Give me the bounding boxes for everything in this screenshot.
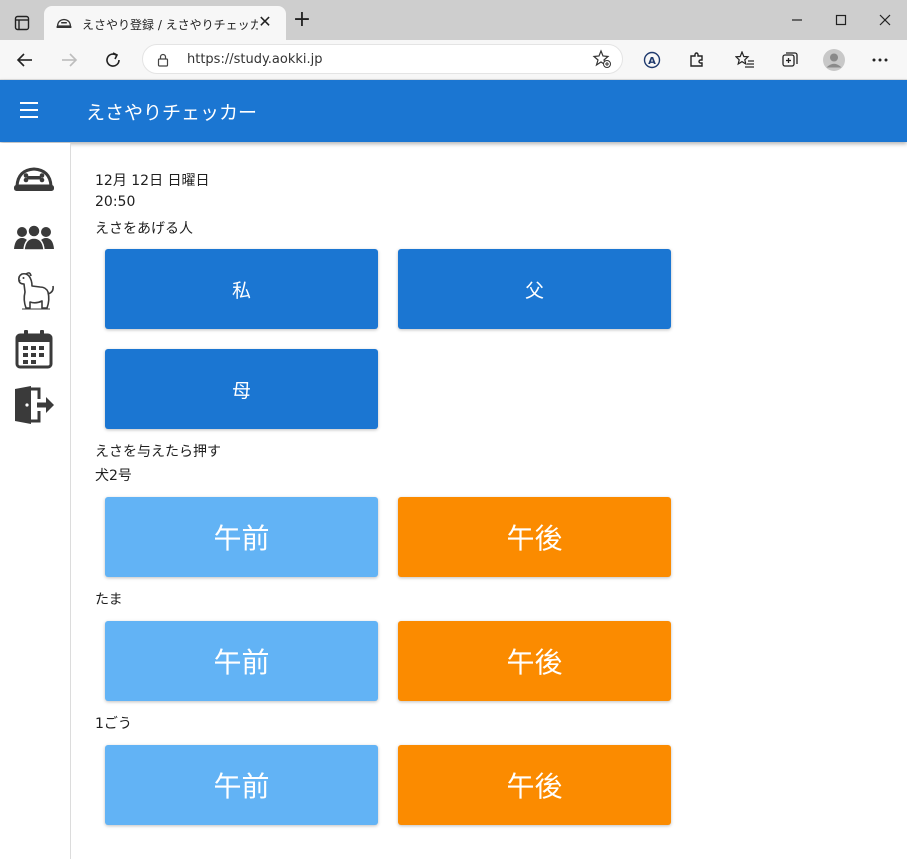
feeder-button-father[interactable]: 父: [398, 249, 671, 329]
close-window-button[interactable]: [870, 8, 900, 32]
collections-icon: [782, 52, 798, 67]
url-text[interactable]: https://study.aokki.jp: [187, 52, 323, 67]
browser-toolbar: https://study.aokki.jp A: [0, 40, 907, 80]
svg-text:A: A: [648, 56, 656, 67]
nav-calendar[interactable]: [12, 327, 56, 371]
am-feed-button[interactable]: 午前: [105, 621, 378, 701]
close-icon: [879, 14, 891, 26]
am-feed-button[interactable]: 午前: [105, 497, 378, 577]
back-button[interactable]: [12, 47, 38, 73]
dog-name: 1ごう: [95, 716, 132, 732]
collections-button[interactable]: [777, 47, 803, 73]
side-navigation: [0, 143, 71, 859]
hamburger-menu-icon[interactable]: [20, 102, 40, 120]
current-time: 20:50: [95, 194, 136, 210]
current-date: 12月 12日 日曜日: [95, 173, 210, 189]
reload-button[interactable]: [100, 47, 126, 73]
pm-feed-button[interactable]: 午後: [398, 497, 671, 577]
minimize-button[interactable]: [782, 8, 812, 32]
calendar-icon: [15, 330, 53, 369]
pm-feed-button[interactable]: 午後: [398, 621, 671, 701]
dog-name: たま: [95, 592, 123, 608]
logout-door-icon: [15, 386, 54, 424]
add-favorite-icon[interactable]: [592, 49, 612, 73]
dog-bowl-favicon-icon: [56, 15, 72, 34]
avatar-icon: [823, 49, 845, 71]
tab-close-icon[interactable]: ✕: [256, 13, 274, 31]
am-feed-button[interactable]: 午前: [105, 745, 378, 825]
forward-button[interactable]: [56, 47, 82, 73]
feeder-button-mother[interactable]: 母: [105, 349, 378, 429]
read-aloud-button[interactable]: A: [639, 47, 665, 73]
maximize-button[interactable]: [826, 8, 856, 32]
pm-feed-button[interactable]: 午後: [398, 745, 671, 825]
lock-icon[interactable]: [157, 52, 169, 71]
minimize-icon: [792, 19, 802, 21]
nav-logout[interactable]: [12, 383, 56, 427]
extensions-button[interactable]: [684, 47, 710, 73]
app-title: えさやりチェッカー: [86, 102, 258, 124]
tab-actions-icon: [14, 15, 30, 31]
feeder-button-me[interactable]: 私: [105, 249, 378, 329]
puzzle-icon: [690, 52, 703, 67]
tab-actions-button[interactable]: [10, 12, 34, 34]
browser-tab-strip: えさやり登録 / えさやりチェッカー ✕ +: [0, 0, 907, 40]
read-aloud-icon: A: [643, 51, 661, 69]
dog-bowl-icon: [14, 167, 54, 191]
maximize-icon: [835, 14, 847, 26]
back-arrow-icon: [16, 53, 32, 67]
forward-arrow-icon: [62, 53, 78, 67]
feeder-label: えさをあげる人: [95, 221, 193, 237]
nav-feeding[interactable]: [12, 157, 56, 201]
tab-title: えさやり登録 / えさやりチェッカー: [82, 18, 258, 32]
favorites-button[interactable]: [732, 47, 758, 73]
address-bar[interactable]: https://study.aokki.jp: [142, 44, 623, 74]
people-icon: [14, 224, 54, 251]
browser-tab[interactable]: えさやり登録 / えさやりチェッカー ✕: [44, 6, 286, 40]
new-tab-button[interactable]: +: [292, 9, 312, 31]
nav-dogs[interactable]: [12, 269, 56, 313]
dog-icon: [18, 272, 54, 310]
profile-button[interactable]: [821, 47, 847, 73]
more-horizontal-icon: [872, 58, 888, 62]
app-bar: えさやりチェッカー: [0, 80, 907, 142]
feed-instruction: えさを与えたら押す: [95, 444, 221, 460]
settings-menu-button[interactable]: [867, 47, 893, 73]
reload-icon: [106, 52, 120, 67]
favorites-list-icon: [735, 51, 754, 68]
dog-name: 犬2号: [95, 468, 132, 484]
nav-people[interactable]: [12, 215, 56, 259]
